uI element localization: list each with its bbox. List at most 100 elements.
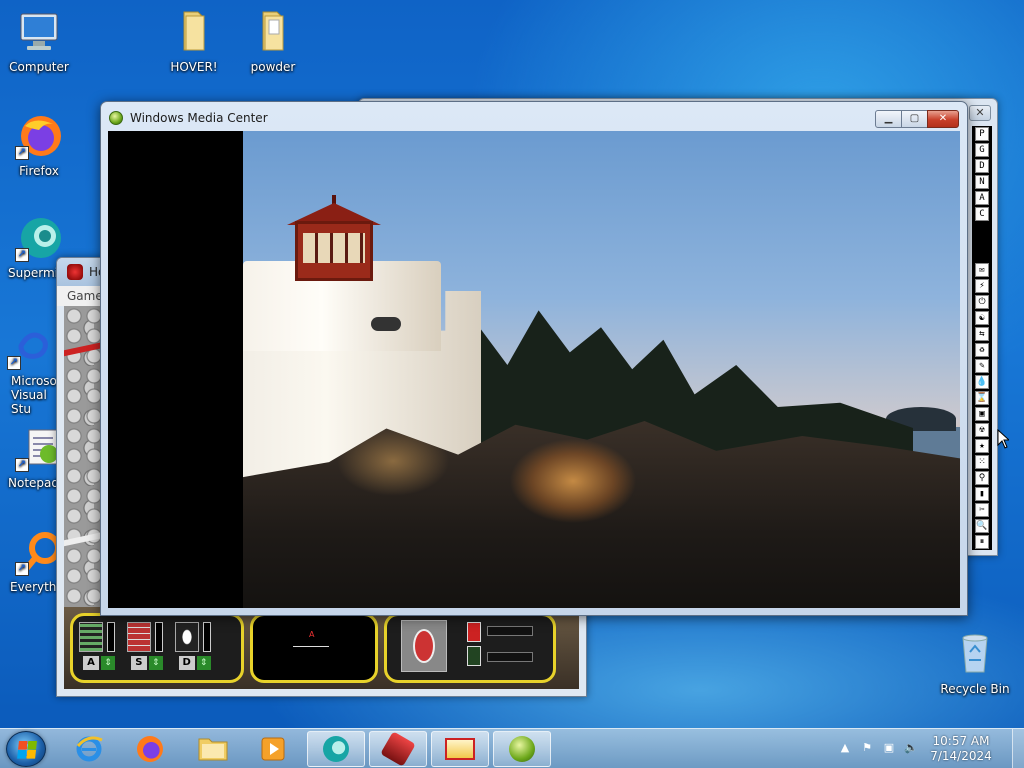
start-button[interactable] [6,731,46,767]
power-meter [202,622,211,652]
maximize-button[interactable]: ▢ [901,110,928,128]
hud-arrow-icon: ⇕ [101,656,115,670]
toolbar-tool-icon[interactable]: 🔍 [975,519,989,533]
toolbar-tool-icon[interactable]: ⏻ [975,295,989,309]
folder-icon [170,8,218,56]
media-center-window[interactable]: Windows Media Center ▁ ▢ ✕ [100,101,968,616]
desktop-icon-label: HOVER! [170,60,218,74]
supermium-icon [323,736,349,762]
shortcut-arrow-icon: ↗ [15,562,29,576]
toolbar-tool-icon[interactable]: ⇆ [975,327,989,341]
hover-craft-icon [401,620,447,672]
toolbar-button[interactable]: G [975,143,989,157]
shield-icon [174,622,199,652]
toolbar-button[interactable]: C [975,207,989,221]
taskbar-media-player[interactable] [244,731,302,767]
firefox-icon: ↗ [15,112,63,160]
ie-icon [76,736,103,762]
toolbar-button[interactable]: A [975,191,989,205]
desktop-icon-hover-folder[interactable]: HOVER! [156,8,232,74]
power-meter [107,622,115,652]
media-center-icon [509,736,535,762]
image-viewer-icon [445,738,475,760]
action-center-flag-icon[interactable]: ⚑ [860,741,874,755]
system-tray: ▲ ⚑ ▣ 🔈 10:57 AM 7/14/2024 [834,729,1024,768]
toolbar-tool-icon[interactable]: ⏸ [975,535,989,549]
taskbar-firefox[interactable] [121,731,179,767]
visual-studio-icon: ↗ [7,322,55,370]
desktop-icon-firefox[interactable]: ↗ Firefox [1,112,77,178]
hud-arrow-icon: ⇕ [196,656,211,670]
volume-muted-icon[interactable]: 🔈 [904,741,918,755]
radar-marker: A [309,630,315,639]
desktop-icon-powder-folder[interactable]: powder [235,8,311,74]
desktop-icon-computer[interactable]: Computer [1,8,77,74]
toolbar-tool-icon[interactable]: ⁙ [975,455,989,469]
desktop-icon-label: Computer [9,60,69,74]
toolbar-tool-icon[interactable]: ✎ [975,359,989,373]
toolbar-button[interactable]: D [975,159,989,173]
toolbar-tool-icon[interactable]: ▮ [975,487,989,501]
toolbar-tool-icon[interactable]: ✉ [975,263,989,277]
desktop-icon-label: Firefox [19,164,59,178]
mouse-cursor-icon [997,429,1009,449]
toolbar-tool-icon[interactable]: ★ [975,439,989,453]
taskbar-image-viewer[interactable] [431,731,489,767]
power-meter [154,622,163,652]
toolbar-tool-icon[interactable]: ✂ [975,503,989,517]
clock-time: 10:57 AM [932,734,990,748]
wmc-title: Windows Media Center [130,111,268,125]
desktop-icon-label: Recycle Bin [940,682,1010,696]
minimize-button[interactable]: ▁ [875,110,902,128]
toolbar-button[interactable]: P [975,127,989,141]
brick-wall-icon [126,622,151,652]
media-center-icon [109,111,123,125]
toolbar-tool-icon[interactable]: 💧 [975,375,989,389]
desktop-icon-visual-studio[interactable]: ↗ Microso Visual Stu [1,322,61,416]
desktop-icon-label: powder [250,60,296,74]
wmc-content-area[interactable] [108,131,960,608]
desktop-icon-recycle-bin[interactable]: Recycle Bin [937,630,1013,696]
close-button[interactable]: ✕ [969,105,991,121]
hud-key-s: S [130,656,147,670]
toolbar-tool-icon[interactable]: ☢ [975,423,989,437]
shortcut-arrow-icon: ↗ [15,146,29,160]
toolbar-tool-icon[interactable]: ⌛ [975,391,989,405]
taskbar-hover-game[interactable] [369,731,427,767]
toolbar-tool-icon[interactable]: ⚲ [975,471,989,485]
recycle-bin-icon [951,630,999,678]
toolbar-tool-icon[interactable]: ☯ [975,311,989,325]
network-icon[interactable]: ▣ [882,741,896,755]
hud-key-a: A [83,656,99,670]
menu-item-game[interactable]: Game [67,289,103,303]
taskbar-media-center[interactable] [493,731,551,767]
shortcut-arrow-icon: ↗ [15,248,29,262]
windows-logo-icon [17,741,37,759]
show-hidden-icons-icon[interactable]: ▲ [838,741,852,755]
desktop-icon-label: Microso Visual Stu [11,374,57,416]
wmc-title-bar[interactable]: Windows Media Center ▁ ▢ ✕ [101,102,967,130]
status-bar-bottom [487,652,533,662]
toolbar-tool-icon[interactable]: ▣ [975,407,989,421]
hud-status-panel [384,613,556,683]
side-toolbar: P G D N A C ✉ ⚡ ⏻ ☯ ⇆ ♻ ✎ 💧 ⌛ ▣ ☢ ★ ⁙ ⚲ … [972,126,992,550]
toolbar-tool-icon[interactable]: ♻ [975,343,989,357]
shortcut-arrow-icon: ↗ [7,356,21,370]
show-desktop-button[interactable] [1012,729,1024,768]
clock[interactable]: 10:57 AM 7/14/2024 [926,734,996,764]
close-button[interactable]: ✕ [927,110,959,128]
caption-buttons: ▁ ▢ ✕ [875,110,959,128]
clock-date: 7/14/2024 [930,749,992,763]
toolbar-button[interactable]: N [975,175,989,189]
taskbar-supermium[interactable] [307,731,365,767]
taskbar-internet-explorer[interactable] [60,731,118,767]
hud-radar-panel: A [250,613,378,683]
toolbar-tool-icon[interactable]: ⚡ [975,279,989,293]
radar-line [293,646,329,647]
taskbar-file-explorer[interactable] [184,731,242,767]
taskbar: ▲ ⚑ ▣ 🔈 10:57 AM 7/14/2024 [0,728,1024,768]
hover-game-icon [67,264,83,280]
hud-key-d: D [178,656,195,670]
hud-powerups-panel: A ⇕ S ⇕ D ⇕ [70,613,244,683]
shortcut-arrow-icon: ↗ [15,458,29,472]
